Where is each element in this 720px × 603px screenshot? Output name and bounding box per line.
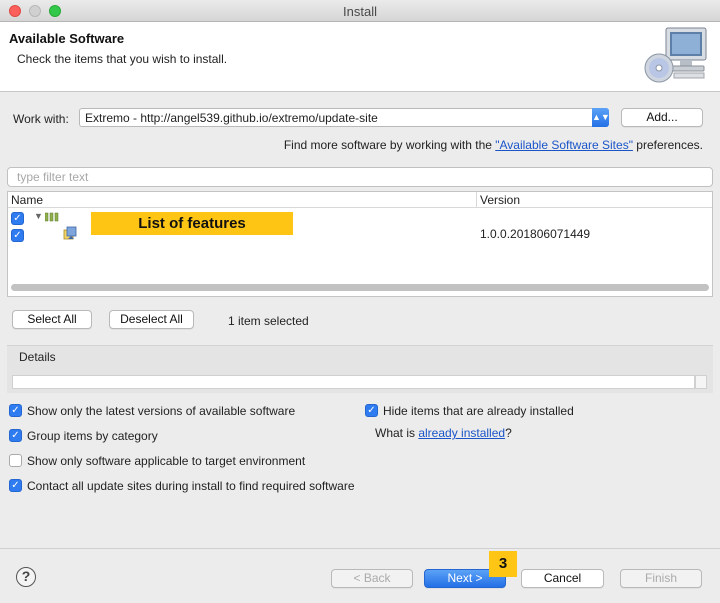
details-text-area[interactable] — [12, 375, 695, 389]
install-cd-monitor-icon — [644, 27, 707, 83]
column-header-name[interactable]: Name — [11, 193, 43, 207]
work-with-value: Extremo - http://angel539.github.io/extr… — [85, 111, 378, 125]
page-description: Check the items that you wish to install… — [17, 52, 228, 66]
details-scrollbar[interactable] — [695, 375, 707, 389]
option-contact-update-sites[interactable]: ✓ Contact all update sites during install… — [9, 478, 355, 493]
list-of-features-annotation: List of features — [91, 212, 293, 235]
step-number-badge: 3 — [489, 551, 517, 577]
group-by-category-label: Group items by category — [27, 428, 158, 443]
chevron-down-icon[interactable]: ▲▼ — [592, 108, 610, 127]
option-group-by-category[interactable]: ✓ Group items by category — [9, 428, 158, 443]
work-with-label: Work with: — [13, 112, 69, 126]
target-environment-checkbox[interactable] — [9, 454, 22, 468]
option-target-environment[interactable]: Show only software applicable to target … — [9, 453, 305, 468]
column-header-version[interactable]: Version — [480, 193, 520, 207]
available-software-sites-link[interactable]: "Available Software Sites" — [495, 138, 633, 152]
window-title: Install — [343, 4, 377, 19]
filter-input[interactable]: type filter text — [7, 167, 713, 187]
hide-installed-checkbox[interactable]: ✓ — [365, 404, 378, 418]
select-all-button[interactable]: Select All — [12, 310, 92, 329]
what-is-suffix: ? — [505, 426, 512, 440]
column-divider[interactable] — [476, 192, 477, 208]
target-environment-label: Show only software applicable to target … — [27, 453, 306, 468]
details-label: Details — [19, 350, 56, 364]
find-more-suffix: preferences. — [632, 138, 703, 152]
details-panel — [7, 345, 713, 393]
expand-triangle-icon[interactable]: ▼ — [34, 211, 43, 221]
features-table: Name Version ✓ ▼ ✓ List of features 1.0.… — [7, 191, 713, 297]
hide-installed-label: Hide items that are already installed — [383, 403, 574, 418]
horizontal-scrollbar[interactable] — [11, 284, 709, 291]
help-icon[interactable]: ? — [16, 567, 36, 587]
back-button[interactable]: < Back — [331, 569, 413, 588]
contact-update-sites-checkbox[interactable]: ✓ — [9, 479, 22, 493]
group-by-category-checkbox[interactable]: ✓ — [9, 429, 22, 443]
feature-version: 1.0.0.201806071449 — [480, 227, 591, 241]
feature-plugin-icon — [63, 226, 77, 240]
feature-checkbox[interactable]: ✓ — [11, 229, 24, 242]
option-latest-versions[interactable]: ✓ Show only the latest versions of availa… — [9, 403, 295, 418]
add-site-button[interactable]: Add... — [621, 108, 703, 127]
title-bar: Install — [0, 0, 720, 22]
latest-versions-label: Show only the latest versions of availab… — [27, 403, 296, 418]
work-with-combo[interactable]: Extremo - http://angel539.github.io/extr… — [79, 108, 610, 127]
deselect-all-button[interactable]: Deselect All — [109, 310, 194, 329]
category-checkbox[interactable]: ✓ — [11, 212, 24, 225]
latest-versions-checkbox[interactable]: ✓ — [9, 404, 22, 418]
page-title: Available Software — [9, 31, 125, 46]
option-hide-installed[interactable]: ✓ Hide items that are already installed — [365, 403, 574, 418]
selection-count: 1 item selected — [228, 314, 309, 328]
what-is-installed-text: What is already installed? — [375, 426, 512, 440]
contact-update-sites-label: Contact all update sites during install … — [27, 478, 355, 493]
category-icon — [45, 212, 59, 222]
find-more-prefix: Find more software by working with the — [283, 138, 496, 152]
table-header: Name Version — [8, 192, 712, 208]
finish-button[interactable]: Finish — [620, 569, 702, 588]
cancel-button[interactable]: Cancel — [521, 569, 604, 588]
already-installed-link[interactable]: already installed — [418, 426, 505, 440]
wizard-banner: Available Software Check the items that … — [0, 22, 720, 92]
footer-divider — [0, 548, 720, 549]
what-is-prefix: What is — [375, 426, 419, 440]
find-more-text: Find more software by working with the "… — [284, 138, 703, 152]
